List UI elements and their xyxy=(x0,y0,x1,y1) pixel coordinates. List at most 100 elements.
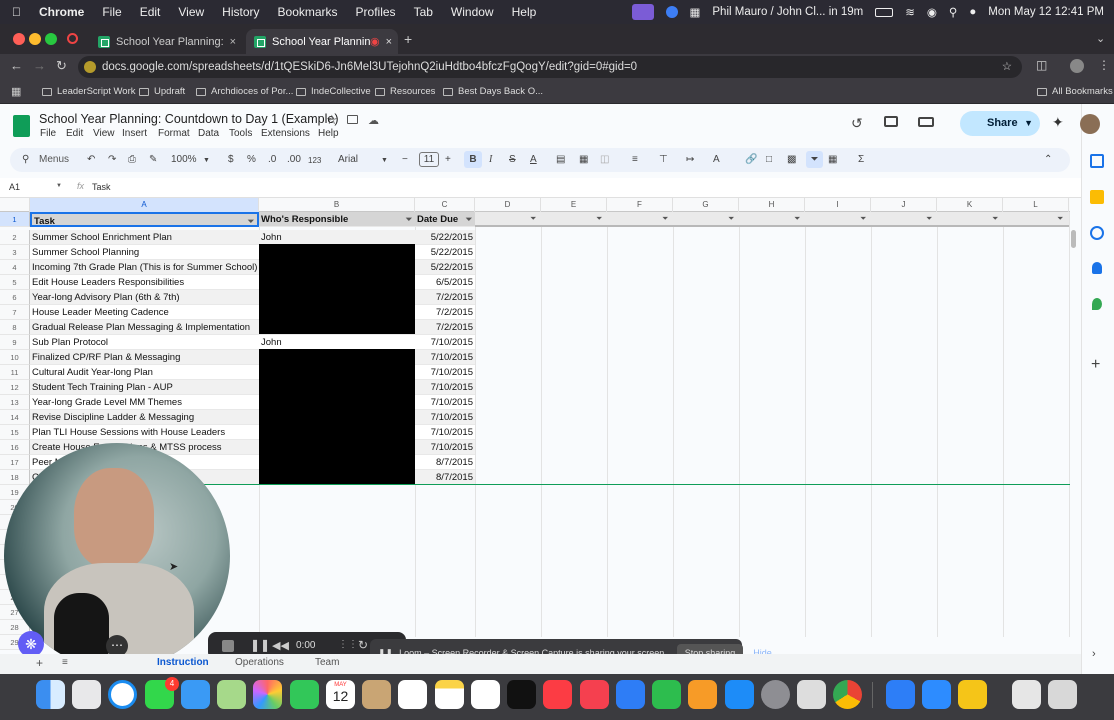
vertical-scrollbar[interactable] xyxy=(1071,230,1076,248)
row-header[interactable]: 3 xyxy=(0,244,30,260)
print-icon[interactable]: ⎙ xyxy=(128,154,136,165)
row-header[interactable]: 11 xyxy=(0,364,30,380)
pause-icon[interactable]: ❚❚ xyxy=(250,638,270,652)
search-menus-icon[interactable]: ⚲ xyxy=(22,154,29,165)
drag-handle-icon[interactable]: ⋮⋮ xyxy=(338,639,358,650)
cell-date-due[interactable]: 7/2/2015 xyxy=(415,289,475,305)
cell-task[interactable]: Summer School Planning xyxy=(30,244,259,260)
cell-date-due[interactable]: 8/7/2015 xyxy=(415,469,475,485)
filter-icon[interactable]: ⏷ xyxy=(728,214,734,224)
cell-task[interactable]: House Leader Meeting Cadence xyxy=(30,304,259,320)
cell-task[interactable]: Cultural Audit Year-long Plan xyxy=(30,364,259,380)
filter-icon[interactable]: ⏷ xyxy=(1057,214,1063,224)
select-all-corner[interactable] xyxy=(0,198,30,212)
filter-icon[interactable]: ⏷ xyxy=(596,214,602,224)
safari-icon[interactable] xyxy=(108,680,137,709)
cell-task[interactable]: Student Tech Training Plan - AUP xyxy=(30,379,259,395)
row-header-1[interactable]: 1 xyxy=(0,212,30,227)
rewind-icon[interactable]: ◀◀ xyxy=(272,639,289,652)
cell-date-due[interactable]: 7/10/2015 xyxy=(415,379,475,395)
menu-bookmarks[interactable]: Bookmarks xyxy=(278,5,338,19)
row-header[interactable]: 13 xyxy=(0,394,30,410)
star-icon[interactable]: ☆ xyxy=(326,112,338,128)
bookmark-archdioces[interactable]: Archdioces of Por... xyxy=(196,86,293,97)
redo-icon[interactable]: ↷ xyxy=(108,154,116,165)
cell-task[interactable]: Revise Discipline Ladder & Messaging xyxy=(30,409,259,425)
sheets-logo-icon[interactable] xyxy=(13,115,30,137)
fill-color-icon[interactable]: ▤ xyxy=(556,154,565,165)
bookmark-best-days[interactable]: Best Days Back O... xyxy=(443,86,543,97)
screen-record-icon[interactable] xyxy=(631,4,654,20)
calendar-icon[interactable]: MAY 12 xyxy=(326,680,355,709)
cloud-status-icon[interactable]: ☁ xyxy=(368,114,379,127)
cell-responsible[interactable]: John xyxy=(259,229,415,245)
reload-icon[interactable]: ↻ xyxy=(56,58,67,74)
filter-icon[interactable]: ⏷ xyxy=(662,214,668,224)
all-sheets-icon[interactable]: ≡ xyxy=(62,657,68,668)
keynote-icon[interactable] xyxy=(616,680,645,709)
recording-icon[interactable] xyxy=(67,33,78,44)
apps-grid-icon[interactable]: ▦ xyxy=(11,85,21,98)
tab-sheet-2[interactable]: School Year Planning: Co ◉ × xyxy=(246,29,398,54)
cell-date-due[interactable]: 8/7/2015 xyxy=(415,454,475,470)
more-formats[interactable]: 123 xyxy=(308,156,321,165)
bookmark-all[interactable]: All Bookmarks xyxy=(1037,86,1113,97)
formula-input[interactable]: Task xyxy=(92,182,111,192)
increase-decimal[interactable]: .00 xyxy=(287,154,301,165)
row-header[interactable]: 14 xyxy=(0,409,30,425)
close-tab-icon[interactable]: × xyxy=(386,36,392,48)
menu-format[interactable]: Format xyxy=(158,128,190,139)
menu-window[interactable]: Window xyxy=(451,5,494,19)
menu-view[interactable]: View xyxy=(178,5,204,19)
version-history-icon[interactable]: ↺ xyxy=(851,115,863,132)
calendar-status-icon[interactable]: ▦ xyxy=(690,5,701,19)
align-icon[interactable]: ≡ xyxy=(632,154,638,165)
control-center-icon[interactable]: ◉ xyxy=(927,5,937,19)
document-title[interactable]: School Year Planning: Countdown to Day 1… xyxy=(39,112,339,126)
cell-responsible[interactable]: John xyxy=(259,334,415,350)
cell-date-due[interactable]: 5/22/2015 xyxy=(415,229,475,245)
font-size-input[interactable]: 11 xyxy=(419,152,439,167)
sheet-tab-team[interactable]: Team xyxy=(315,657,339,668)
forward-icon[interactable]: → xyxy=(33,58,46,73)
downloads-stack-icon[interactable] xyxy=(1012,680,1041,709)
cell-date-due[interactable]: 7/10/2015 xyxy=(415,364,475,380)
cell-date-due[interactable]: 6/5/2015 xyxy=(415,274,475,290)
filter-icon[interactable]: ⏷ xyxy=(806,151,823,168)
cell-task[interactable]: Plan TLI House Sessions with House Leade… xyxy=(30,424,259,440)
menu-chrome[interactable]: Chrome xyxy=(39,5,84,19)
chevron-down-icon[interactable]: ▼ xyxy=(56,183,62,189)
row-header[interactable]: 12 xyxy=(0,379,30,395)
merge-cells-icon[interactable]: ◫ xyxy=(600,154,609,165)
wifi-icon[interactable]: ≋ xyxy=(905,5,915,19)
strikethrough-button[interactable]: S xyxy=(509,154,516,165)
currency-format[interactable]: $ xyxy=(228,154,234,165)
zoom-icon[interactable] xyxy=(922,680,951,709)
cell-task[interactable]: Finalized CP/RF Plan & Messaging xyxy=(30,349,259,365)
numbers-icon[interactable] xyxy=(652,680,681,709)
finder-icon[interactable] xyxy=(36,680,65,709)
chevron-down-icon[interactable]: ▼ xyxy=(203,157,210,164)
menu-extensions[interactable]: Extensions xyxy=(261,128,310,139)
text-color-button[interactable]: A xyxy=(530,154,537,165)
bookmark-leaderscript[interactable]: LeaderScript Work xyxy=(42,86,136,97)
row-header[interactable]: 4 xyxy=(0,259,30,275)
bookmark-indecollective[interactable]: IndeCollective xyxy=(296,86,371,97)
cell-date-due[interactable]: 5/22/2015 xyxy=(415,259,475,275)
settings-icon[interactable] xyxy=(761,680,790,709)
wrap-icon[interactable]: ↦ xyxy=(686,154,694,165)
gemini-icon[interactable]: ✦ xyxy=(1052,114,1064,131)
close-window-icon[interactable] xyxy=(13,33,25,45)
row-header[interactable]: 7 xyxy=(0,304,30,320)
cell-task[interactable]: Sub Plan Protocol xyxy=(30,334,259,350)
menu-data[interactable]: Data xyxy=(198,128,219,139)
filter-icon[interactable]: ⏷ xyxy=(406,212,412,226)
name-box[interactable]: A1 xyxy=(9,182,20,192)
header-cell-who[interactable]: Who's Responsible ⏷ xyxy=(259,212,415,227)
col-header-c[interactable]: C xyxy=(415,198,475,212)
cell-date-due[interactable]: 7/2/2015 xyxy=(415,304,475,320)
url-text[interactable]: docs.google.com/spreadsheets/d/1tQESkiD6… xyxy=(102,61,637,73)
add-addon-icon[interactable]: + xyxy=(1091,356,1100,374)
menu-tab[interactable]: Tab xyxy=(414,5,433,19)
row-header[interactable]: 2 xyxy=(0,229,30,245)
